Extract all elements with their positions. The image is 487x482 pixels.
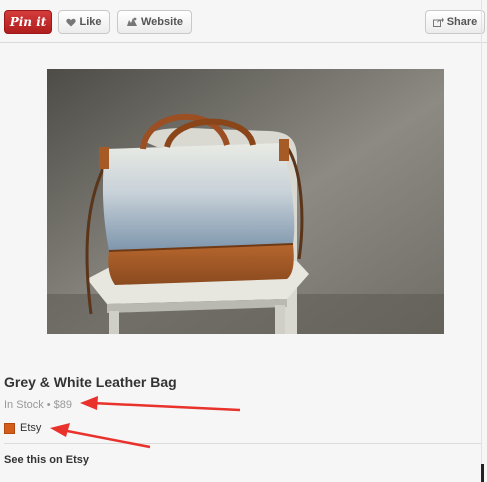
scrollbar-thumb[interactable]: [481, 464, 484, 482]
red-arrow-price: [80, 396, 241, 412]
section-divider: [4, 443, 482, 444]
like-button[interactable]: Like: [58, 10, 110, 34]
pin-it-label: Pin it: [9, 15, 47, 29]
website-icon: [126, 17, 138, 27]
see-on-site-link[interactable]: See this on Etsy: [4, 454, 89, 466]
share-button[interactable]: Share: [425, 10, 485, 34]
pin-toolbar: Pin it Like Website Share: [0, 0, 487, 43]
like-label: Like: [79, 16, 102, 28]
source-name: Etsy: [20, 422, 42, 434]
pin-title: Grey & White Leather Bag: [4, 374, 177, 390]
source-site[interactable]: Etsy: [4, 422, 41, 434]
price-separator: •: [46, 399, 51, 411]
etsy-favicon-icon: [4, 422, 15, 434]
page-edge: [481, 0, 482, 482]
pin-detail-page: Pin it Like Website Share Grey & White L…: [0, 0, 487, 482]
share-label: Share: [446, 16, 478, 28]
share-icon: [432, 17, 444, 27]
pin-it-button[interactable]: Pin it: [4, 10, 52, 34]
website-button[interactable]: Website: [117, 10, 192, 34]
availability-status: In Stock: [4, 399, 44, 411]
availability-price: In Stock • $89: [4, 399, 72, 411]
price: $89: [53, 399, 72, 411]
pin-image[interactable]: [47, 69, 444, 334]
heart-icon: [66, 18, 77, 27]
website-label: Website: [141, 16, 183, 28]
